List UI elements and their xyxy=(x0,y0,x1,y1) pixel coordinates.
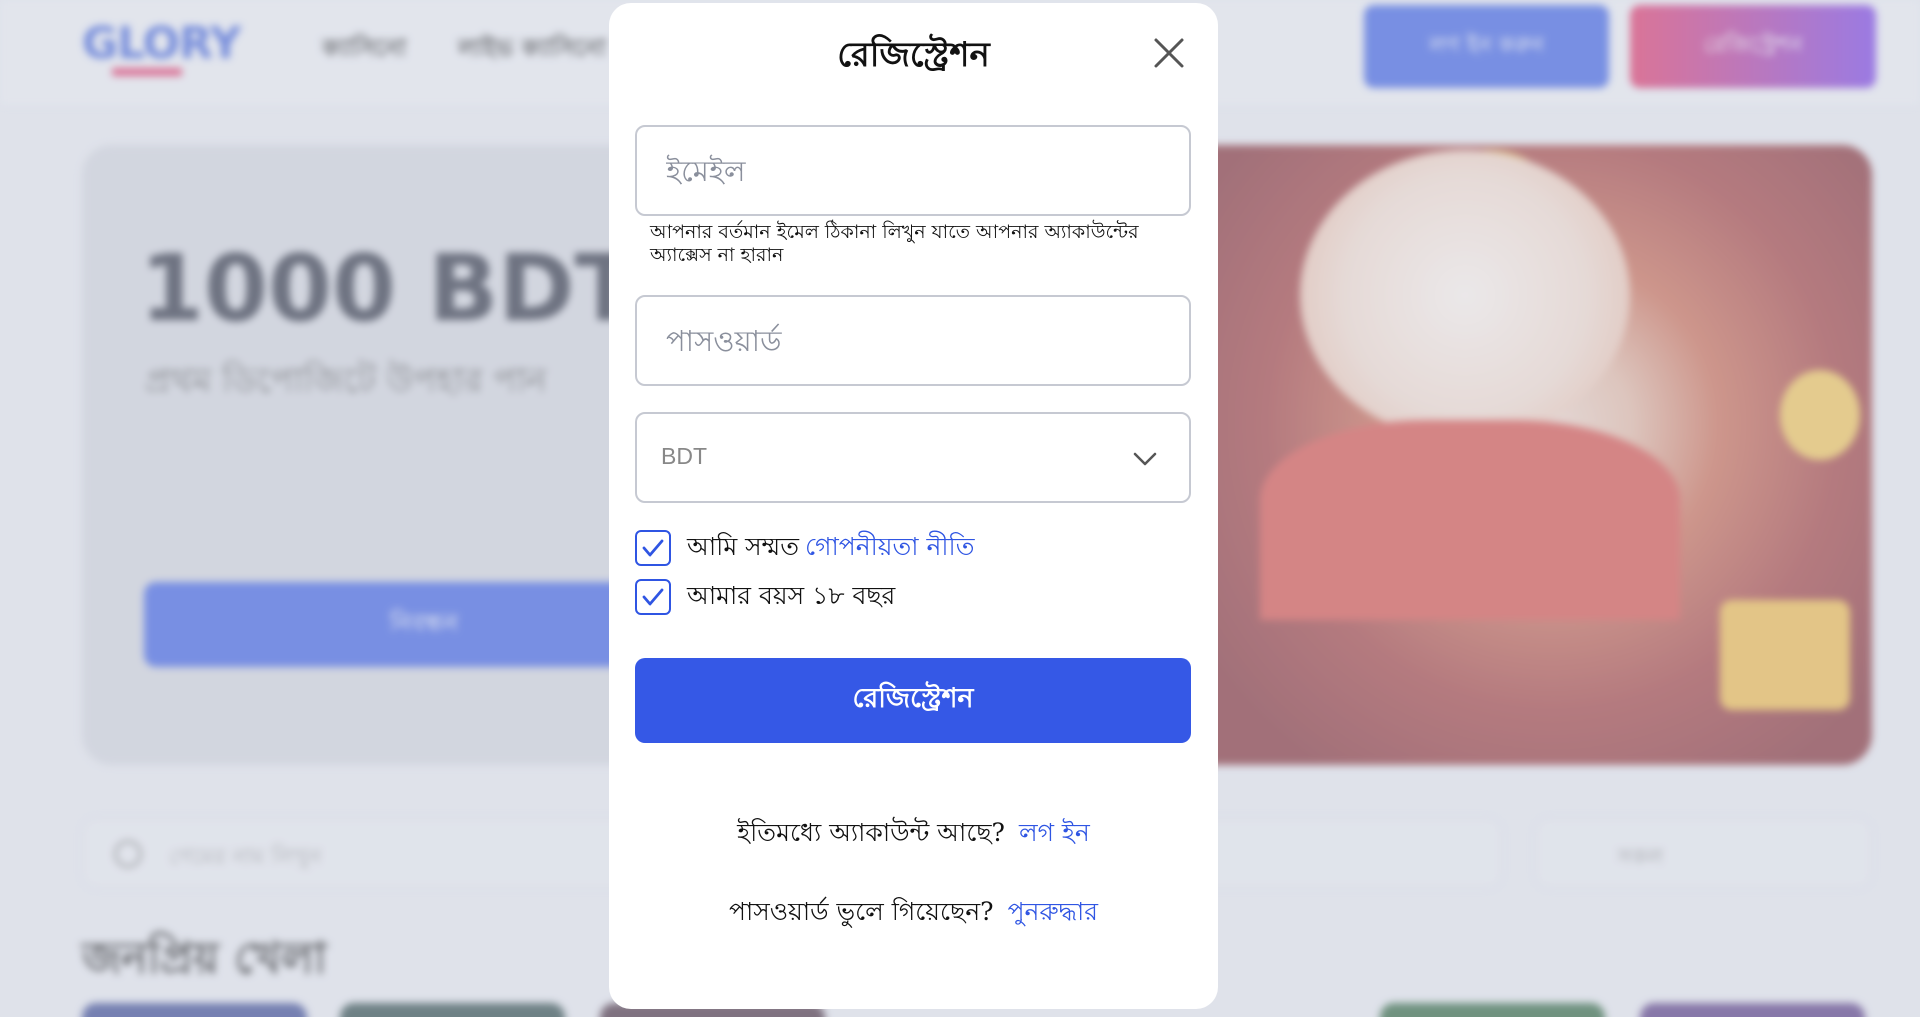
chevron-down-icon xyxy=(1130,444,1160,474)
checkmark-icon xyxy=(642,588,664,606)
email-field-wrapper xyxy=(635,125,1191,216)
privacy-label: আমি সম্মত xyxy=(687,531,799,561)
currency-value: BDT xyxy=(661,443,707,469)
privacy-checkbox[interactable] xyxy=(635,530,671,566)
register-submit-button[interactable]: রেজিস্ট্রেশন xyxy=(635,658,1191,743)
forgot-password-text: পাসওয়ার্ড ভুলে গিয়েছেন? xyxy=(729,897,994,926)
close-button[interactable] xyxy=(1149,33,1189,73)
password-field-wrapper xyxy=(635,295,1191,386)
age-confirm-row: আমার বয়স ১৮ বছর xyxy=(635,577,895,617)
email-hint: আপনার বর্তমান ইমেল ঠিকানা লিখুন যাতে আপন… xyxy=(650,221,1139,266)
login-link[interactable]: লগ ইন xyxy=(1019,813,1090,856)
checkmark-icon xyxy=(642,539,664,557)
privacy-policy-link[interactable]: গোপনীয়তা নীতি xyxy=(805,527,975,570)
recover-link[interactable]: পুনরুদ্ধার xyxy=(1008,892,1098,935)
registration-modal: রেজিস্ট্রেশন আপনার বর্তমান ইমেল ঠিকানা ল… xyxy=(609,3,1218,1009)
modal-title: রেজিস্ট্রেশন xyxy=(837,35,990,75)
email-field[interactable] xyxy=(637,127,1189,214)
currency-select[interactable]: BDT xyxy=(635,412,1191,503)
password-field[interactable] xyxy=(637,297,1189,384)
close-icon xyxy=(1154,38,1184,68)
forgot-password-line: পাসওয়ার্ড ভুলে গিয়েছেন? পুনরুদ্ধার xyxy=(609,892,1218,935)
age-checkbox[interactable] xyxy=(635,579,671,615)
have-account-text: ইতিমধ্যে অ্যাকাউন্ট আছে? xyxy=(737,818,1005,847)
age-label: আমার বয়স ১৮ বছর xyxy=(687,580,896,610)
privacy-agreement-row: আমি সম্মত গোপনীয়তা নীতি xyxy=(635,528,974,568)
have-account-line: ইতিমধ্যে অ্যাকাউন্ট আছে? লগ ইন xyxy=(609,813,1218,856)
